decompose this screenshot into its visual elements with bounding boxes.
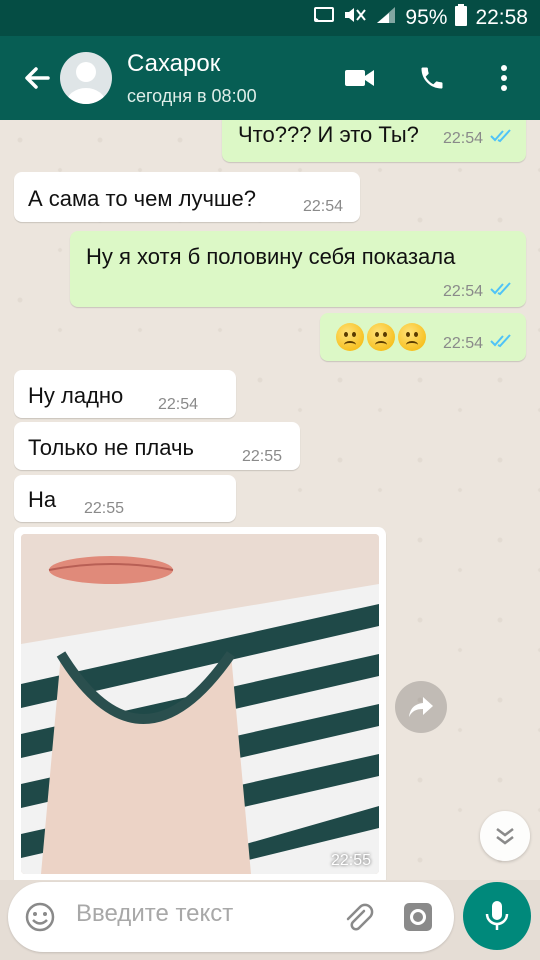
battery-percent: 95%: [405, 6, 448, 29]
confused-face-icon: [336, 323, 364, 351]
message-text: Только не плачь: [28, 435, 194, 460]
scroll-to-bottom-button[interactable]: [480, 811, 530, 861]
message-text: А сама то чем лучше?: [28, 186, 257, 211]
message-time: 22:54: [158, 396, 199, 413]
message-bubble-outgoing[interactable]: 22:54: [320, 313, 526, 361]
camera-button[interactable]: [402, 901, 434, 938]
contact-name[interactable]: Сахарок: [127, 50, 220, 78]
paperclip-icon: [346, 903, 374, 931]
read-ticks-icon: [490, 334, 511, 348]
message-bubble-outgoing[interactable]: Что??? И это Ты? 22:54: [222, 120, 526, 162]
smiley-icon: [25, 902, 55, 932]
voice-message-button[interactable]: [463, 882, 531, 950]
message-text: Что??? И это Ты?: [238, 122, 419, 147]
video-camera-icon: [345, 70, 374, 86]
message-time: 22:54: [303, 198, 344, 215]
message-time: 22:55: [242, 448, 283, 465]
confused-face-icon: [398, 323, 426, 351]
message-text: На: [28, 487, 57, 512]
arrow-left-icon: [25, 67, 50, 89]
phone-icon: [421, 67, 443, 89]
video-call-button[interactable]: [340, 58, 380, 98]
message-bubble-incoming[interactable]: Только не плачь 22:55: [14, 422, 300, 470]
share-arrow-icon: [409, 697, 433, 717]
forward-button[interactable]: [395, 681, 447, 733]
contact-last-seen: сегодня в 08:00: [127, 86, 257, 106]
message-bubble-incoming[interactable]: А сама то чем лучше? 22:54: [14, 172, 360, 222]
signal-icon: [375, 5, 397, 31]
message-bubble-incoming[interactable]: Ну ладно 22:54: [14, 370, 236, 418]
more-vert-icon: [501, 65, 507, 91]
read-ticks-icon: [490, 129, 511, 143]
photo-image: [21, 534, 379, 874]
emoji-button[interactable]: [24, 901, 56, 938]
status-time: 22:58: [475, 6, 528, 29]
avatar[interactable]: [60, 52, 112, 104]
read-ticks-icon: [490, 282, 511, 296]
cast-icon: [313, 6, 335, 30]
message-input[interactable]: Введите текст: [76, 900, 233, 928]
message-input-bar: Введите текст: [8, 882, 454, 952]
message-bubble-outgoing[interactable]: Ну я хотя б половину себя показала 22:54: [70, 231, 526, 307]
photo-message-image[interactable]: 22:55: [21, 534, 379, 874]
attach-button[interactable]: [342, 901, 374, 938]
message-text: Ну я хотя б половину себя показала: [86, 244, 456, 269]
emoji-row: [336, 323, 429, 351]
double-chevron-down-icon: [496, 828, 514, 845]
message-time: 22:54: [443, 335, 484, 352]
back-button[interactable]: [18, 58, 58, 98]
mute-icon: [343, 6, 367, 30]
message-text: Ну ладно: [28, 383, 124, 408]
microphone-icon: [485, 901, 509, 930]
battery-icon: [455, 4, 468, 32]
status-bar: 95% 22:58: [0, 0, 540, 36]
voice-call-button[interactable]: [412, 58, 452, 98]
confused-face-icon: [367, 323, 395, 351]
chat-area[interactable]: Что??? И это Ты? 22:54 А сама то чем луч…: [0, 120, 540, 880]
chat-header: Сахарок сегодня в 08:00: [0, 36, 540, 120]
message-time: 22:54: [443, 283, 484, 300]
person-icon: [66, 62, 106, 104]
message-bubble-incoming[interactable]: На 22:55: [14, 475, 236, 522]
message-time: 22:55: [330, 852, 371, 869]
camera-icon: [404, 903, 432, 931]
message-time: 22:55: [84, 500, 125, 517]
more-options-button[interactable]: [484, 58, 524, 98]
message-time: 22:54: [443, 130, 484, 147]
